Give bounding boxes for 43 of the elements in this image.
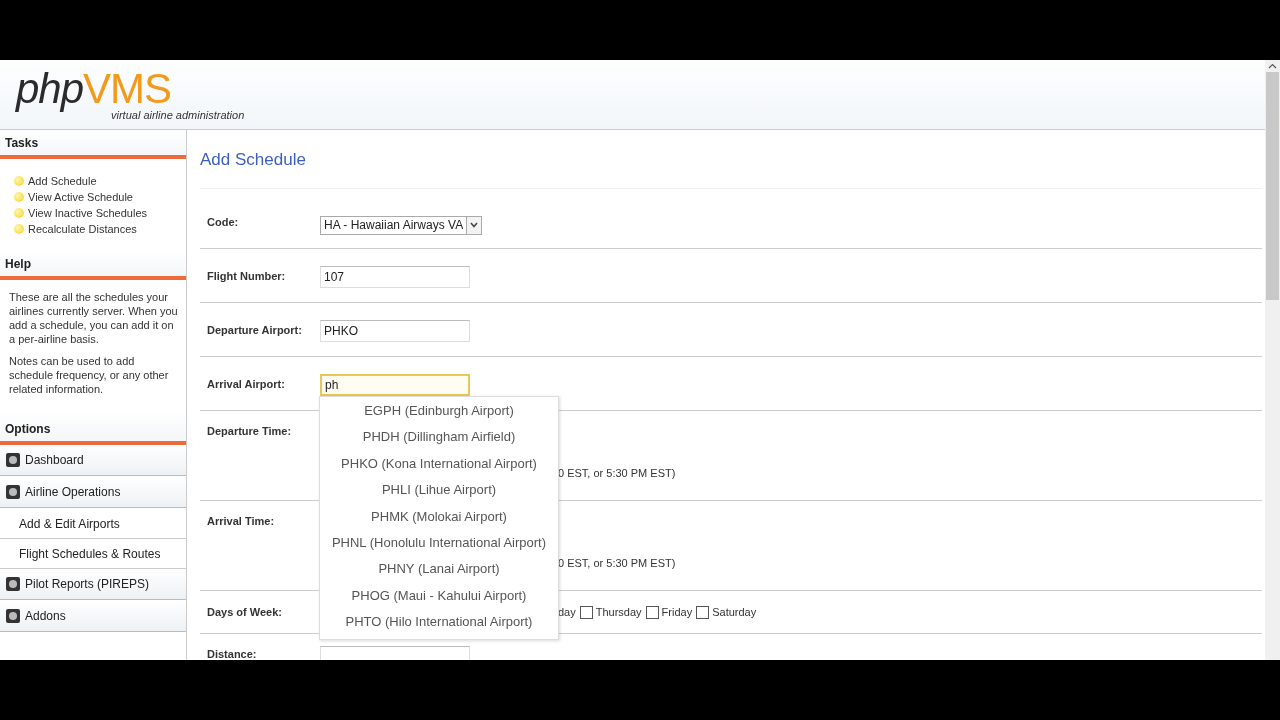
code-select[interactable]: HA - Hawaiian Airways VA xyxy=(320,215,483,235)
app-icon xyxy=(6,485,20,499)
weekday-checkbox[interactable]: Thursday xyxy=(579,605,642,619)
field-label: Departure Airport: xyxy=(206,323,303,338)
weekday-label: day xyxy=(558,606,576,618)
suggestion-item[interactable]: PHMK (Molokai Airport) xyxy=(320,503,558,530)
suggestion-item[interactable]: EGPH (Edinburgh Airport) xyxy=(320,398,558,425)
suggestion-item[interactable]: PHNL (Honolulu International Airport) xyxy=(320,529,558,557)
task-link[interactable]: Add Schedule xyxy=(28,173,97,189)
suggestion-item[interactable]: PHTO (Hilo International Airport) xyxy=(320,609,558,636)
caret-icon xyxy=(466,216,482,234)
scroll-up-icon[interactable] xyxy=(1268,63,1277,69)
suggestion-item[interactable]: PHLI (Lihue Airport) xyxy=(320,477,558,504)
task-link[interactable]: View Active Schedule xyxy=(28,189,133,205)
suggestion-item[interactable]: PHOG (Maui - Kahului Airport) xyxy=(320,582,558,610)
field-label: Code: xyxy=(206,215,240,230)
task-link[interactable]: Recalculate Distances xyxy=(28,221,137,237)
suggestion-item[interactable]: PHDH (Dillingham Airfield) xyxy=(320,424,558,451)
bullet-icon xyxy=(14,208,24,218)
page-title: Add Schedule xyxy=(200,130,1262,189)
field-label: Arrival Airport: xyxy=(206,377,286,392)
bullet-icon xyxy=(14,192,24,202)
app-icon xyxy=(6,453,20,467)
weekday-checkbox[interactable]: Saturday xyxy=(696,605,757,619)
weekday-checkbox[interactable]: Friday xyxy=(645,605,693,619)
field-label: Distance: xyxy=(206,647,258,660)
app-icon xyxy=(6,609,20,623)
app-icon xyxy=(6,577,20,591)
text-field[interactable]: ph xyxy=(320,374,470,396)
text-field[interactable]: PHKO xyxy=(320,320,470,342)
text-field[interactable]: 107 xyxy=(320,266,470,288)
bullet-icon xyxy=(14,224,24,234)
bullet-icon xyxy=(14,176,24,186)
field-label: Days of Week: xyxy=(206,606,283,618)
task-link[interactable]: View Inactive Schedules xyxy=(28,205,148,221)
suggestion-item[interactable]: PHNY (Lanai Airport) xyxy=(320,556,558,583)
logo[interactable]: phpVMS virtual airline administration xyxy=(16,68,256,121)
suggestion-item[interactable]: PHKO (Kona International Airport) xyxy=(320,450,558,478)
help-text: Notes can be used to add schedule frequency, or any other related information. xyxy=(9,354,170,396)
help-text: These are all the schedules your airlines currently server. When you add a schedule, you can add it on a per-airline basis. xyxy=(9,290,178,346)
field-label: Flight Number: xyxy=(206,269,287,284)
field-label: Arrival Time: xyxy=(206,514,276,529)
field-label: Departure Time: xyxy=(206,424,293,439)
